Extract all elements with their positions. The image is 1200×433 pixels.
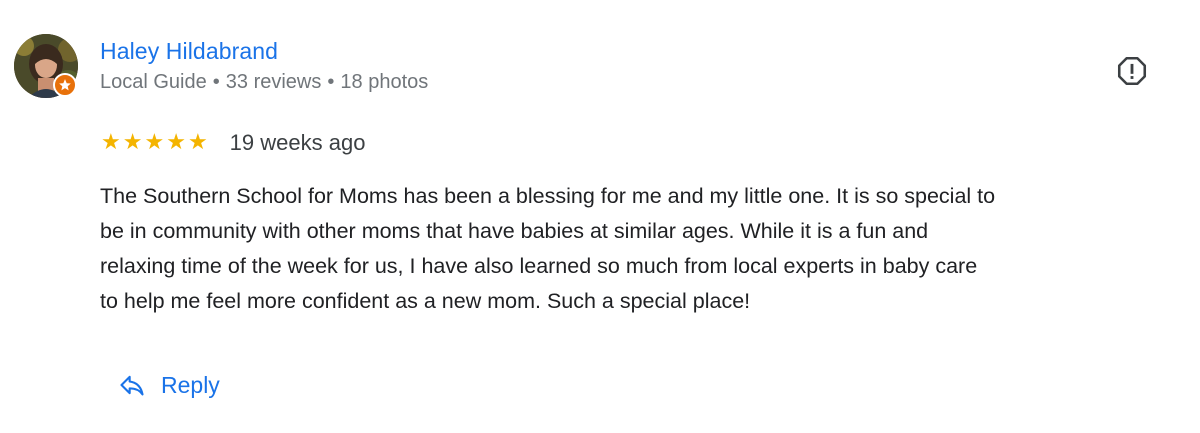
local-guide-label: Local Guide [100, 71, 207, 93]
reply-label: Reply [161, 371, 220, 398]
reply-button[interactable]: Reply [108, 362, 230, 408]
rating-row: ★ ★ ★ ★ ★ 19 weeks ago [101, 128, 365, 158]
review-card: Haley Hildabrand Local Guide • 33 reviews •… [0, 0, 1200, 433]
star-icon: ★ [122, 130, 143, 155]
reviews-count: 33 reviews [225, 71, 322, 93]
star-icon: ★ [144, 130, 165, 155]
report-review-button[interactable] [1113, 52, 1151, 90]
star-icon [59, 79, 71, 91]
star-icon: ★ [166, 130, 186, 155]
star-icon: ★ [101, 130, 121, 155]
review-date: 19 weeks ago [229, 130, 366, 155]
star-rating: ★ ★ ★ ★ ★ [101, 132, 210, 154]
local-guide-badge-icon [53, 73, 77, 97]
review-text: The Southern School for Moms has been a … [100, 184, 996, 313]
reply-icon [118, 371, 146, 399]
report-icon [1117, 56, 1147, 86]
star-icon: ★ [187, 130, 208, 155]
reviewer-name[interactable]: Haley Hildabrand [100, 38, 278, 65]
meta-separator: • [327, 71, 335, 93]
reviewer-meta: Local Guide • 33 reviews • 18 photos [100, 71, 428, 94]
meta-separator: • [212, 71, 220, 93]
photos-count: 18 photos [340, 71, 429, 93]
